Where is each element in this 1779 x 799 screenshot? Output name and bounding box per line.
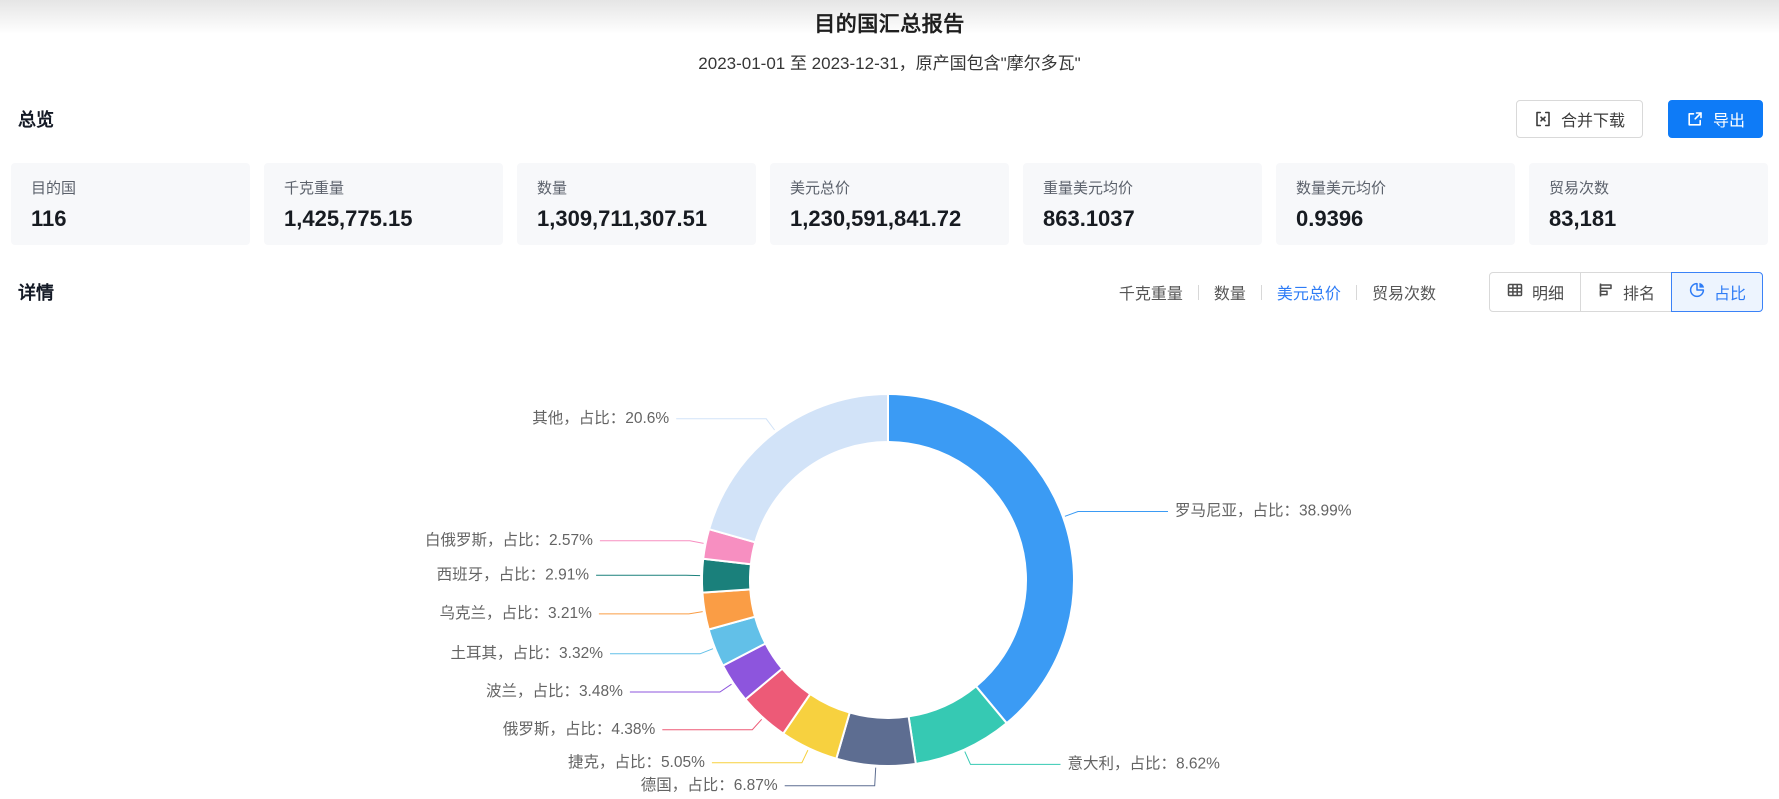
metric-tab-quantity[interactable]: 数量	[1199, 280, 1261, 304]
view-button-ranking[interactable]: 排名	[1579, 272, 1672, 312]
stat-label: 目的国	[31, 180, 77, 197]
view-button-label: 明细	[1531, 286, 1564, 303]
stat-value: 1,309,711,307.51	[537, 206, 708, 231]
donut-chart: 罗马尼亚，占比：38.99% 意大利，占比：8.62% 德国，占比：6.87% 捷克，…	[425, 393, 1352, 794]
details-controls: 千克重量 数量 美元总价 贸易次数 明细 排名 占比	[1104, 272, 1763, 312]
export-button[interactable]: 导出	[1667, 100, 1763, 138]
export-label: 导出	[1712, 113, 1745, 130]
merge-download-icon	[1534, 110, 1552, 128]
overview-cards: 目的国 116 千克重量 1,425,775.15 数量 1,309,711,3…	[11, 163, 1768, 245]
export-icon	[1686, 110, 1704, 128]
view-button-label: 排名	[1622, 286, 1655, 303]
pie-slice[interactable]	[708, 393, 889, 544]
pie-label: 俄罗斯，占比：4.38%	[503, 720, 656, 738]
stat-value: 1,425,775.15	[284, 206, 413, 231]
table-icon	[1506, 281, 1524, 304]
pie-leader-line	[964, 751, 1061, 765]
pie-slice[interactable]	[887, 393, 1075, 725]
pie-label: 乌克兰，占比：3.21%	[439, 604, 592, 622]
view-button-label: 占比	[1713, 286, 1746, 303]
merge-download-button[interactable]: 合并下载	[1515, 100, 1643, 138]
stat-card-usd-per-weight: 重量美元均价 863.1037	[1023, 163, 1262, 245]
stat-value: 1,230,591,841.72	[790, 206, 962, 231]
pie-label: 白俄罗斯，占比：2.57%	[425, 531, 593, 549]
pie-label: 波兰，占比：3.48%	[486, 682, 623, 700]
details-heading: 详情	[18, 283, 54, 303]
pie-leader-line	[662, 718, 763, 731]
pie-leader-line	[629, 683, 732, 693]
pie-leader-line	[784, 767, 877, 787]
pie-label: 西班牙，占比：2.91%	[437, 565, 590, 583]
stat-value: 116	[31, 206, 67, 231]
stat-label: 千克重量	[284, 180, 345, 197]
stat-value: 0.9396	[1296, 206, 1364, 231]
pie-label: 土耳其，占比：3.32%	[451, 644, 604, 662]
stat-label: 贸易次数	[1549, 180, 1610, 197]
report-header: 目的国汇总报告 2023-01-01 至 2023-12-31，原产国包含"摩尔…	[0, 8, 1779, 74]
metric-tabs: 千克重量 数量 美元总价 贸易次数	[1104, 280, 1451, 304]
stat-card-destination-countries: 目的国 116	[11, 163, 250, 245]
view-switch-group: 明细 排名 占比	[1488, 272, 1763, 312]
metric-tab-usd-total[interactable]: 美元总价	[1262, 280, 1356, 304]
stat-card-usd-per-quantity: 数量美元均价 0.9396	[1276, 163, 1515, 245]
page-title: 目的国汇总报告	[814, 13, 965, 36]
pie-label: 德国，占比：6.87%	[641, 776, 778, 794]
ranking-icon	[1597, 281, 1615, 304]
overview-actions: 合并下载 导出	[1515, 100, 1763, 138]
report-subtitle: 2023-01-01 至 2023-12-31，原产国包含"摩尔多瓦"	[698, 54, 1081, 73]
pie-leader-line	[676, 418, 775, 431]
pie-icon	[1688, 281, 1706, 304]
stat-label: 数量美元均价	[1296, 180, 1387, 197]
stat-card-usd-total: 美元总价 1,230,591,841.72	[770, 163, 1009, 245]
stat-value: 83,181	[1549, 206, 1617, 231]
metric-tab-kg-weight[interactable]: 千克重量	[1104, 280, 1198, 304]
metric-tab-trade-count[interactable]: 贸易次数	[1357, 280, 1451, 304]
stat-label: 美元总价	[790, 180, 851, 197]
stat-card-trade-count: 贸易次数 83,181	[1529, 163, 1768, 245]
pie-leader-line	[599, 540, 704, 544]
details-header-row: 详情 千克重量 数量 美元总价 贸易次数 明细 排名 占比	[18, 271, 1763, 313]
stat-label: 数量	[537, 180, 568, 197]
pie-leader-line	[1064, 511, 1168, 517]
overview-header-row: 总览 合并下载 导出	[18, 98, 1763, 140]
pie-label: 其他，占比：20.6%	[532, 409, 669, 427]
pie-leader-line	[598, 611, 703, 615]
view-button-detail[interactable]: 明细	[1488, 272, 1581, 312]
pie-leader-line	[711, 749, 809, 764]
overview-heading: 总览	[18, 110, 54, 130]
stat-label: 重量美元均价	[1043, 180, 1134, 197]
pie-leader-line	[610, 648, 714, 655]
pie-label: 意大利，占比：8.62%	[1068, 753, 1221, 772]
pie-label: 捷克，占比：5.05%	[568, 753, 705, 771]
pie-label: 罗马尼亚，占比：38.99%	[1175, 502, 1352, 520]
stat-card-kg-weight: 千克重量 1,425,775.15	[264, 163, 503, 245]
stat-value: 863.1037	[1043, 206, 1135, 231]
view-button-proportion[interactable]: 占比	[1670, 272, 1763, 312]
merge-download-label: 合并下载	[1560, 113, 1625, 130]
destination-report-page: 目的国汇总报告 2023-01-01 至 2023-12-31，原产国包含"摩尔…	[0, 0, 1779, 799]
stat-card-quantity: 数量 1,309,711,307.51	[517, 163, 756, 245]
